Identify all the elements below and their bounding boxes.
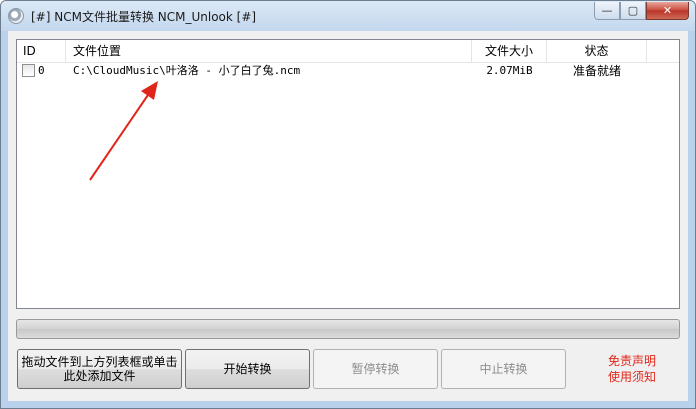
minimize-button[interactable]: — <box>594 2 620 20</box>
file-list[interactable]: ID 文件位置 文件大小 状态 0 C:\CloudMusic\叶洛洛 - 小了… <box>16 39 680 309</box>
close-icon: ✕ <box>662 4 673 17</box>
list-header: ID 文件位置 文件大小 状态 <box>17 40 679 63</box>
disclaimer-link[interactable]: 免责声明 <box>608 353 656 369</box>
row-checkbox[interactable] <box>22 64 35 77</box>
table-row[interactable]: 0 C:\CloudMusic\叶洛洛 - 小了白了兔.ncm 2.07MiB … <box>17 62 679 80</box>
progress-bar <box>16 319 680 339</box>
add-files-button[interactable]: 拖动文件到上方列表框或单击此处添加文件 <box>17 349 182 389</box>
close-button[interactable]: ✕ <box>646 2 689 20</box>
title-bar[interactable]: [#] NCM文件批量转换 NCM_Unlook [#] — ▢ ✕ <box>1 1 695 31</box>
start-convert-button[interactable]: 开始转换 <box>185 349 310 389</box>
stop-convert-button[interactable]: 中止转换 <box>441 349 566 389</box>
pause-convert-button[interactable]: 暂停转换 <box>313 349 438 389</box>
minimize-icon: — <box>601 4 613 17</box>
app-window: [#] NCM文件批量转换 NCM_Unlook [#] — ▢ ✕ ID 文件… <box>0 0 696 409</box>
maximize-button[interactable]: ▢ <box>620 2 646 20</box>
info-links: 免责声明 使用须知 <box>584 349 680 389</box>
caption-buttons: — ▢ ✕ <box>594 2 689 20</box>
row-size: 2.07MiB <box>486 64 533 77</box>
column-header-status[interactable]: 状态 <box>547 40 647 62</box>
window-title: [#] NCM文件批量转换 NCM_Unlook [#] <box>31 10 257 24</box>
client-area: ID 文件位置 文件大小 状态 0 C:\CloudMusic\叶洛洛 - 小了… <box>8 31 688 401</box>
app-icon <box>8 8 24 24</box>
column-header-size[interactable]: 文件大小 <box>472 40 547 62</box>
column-header-id[interactable]: ID <box>17 40 66 62</box>
usage-notice-link[interactable]: 使用须知 <box>608 369 656 385</box>
row-id: 0 <box>38 64 45 77</box>
row-status: 准备就绪 <box>572 64 621 78</box>
row-path: C:\CloudMusic\叶洛洛 - 小了白了兔.ncm <box>73 64 301 77</box>
maximize-icon: ▢ <box>627 4 639 17</box>
column-header-path[interactable]: 文件位置 <box>66 40 472 62</box>
